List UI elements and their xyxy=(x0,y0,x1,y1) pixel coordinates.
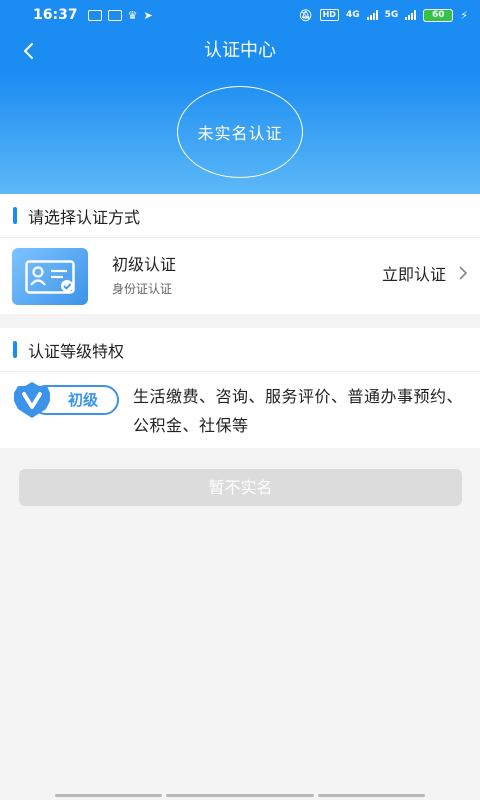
battery-icon: 60 xyxy=(423,8,454,22)
image-notification-icon xyxy=(87,9,102,21)
verification-status-text: 未实名认证 xyxy=(197,124,283,143)
chevron-right-icon xyxy=(459,266,468,280)
mail-notification-icon xyxy=(107,9,122,21)
system-status-icons: 🔕︎ HD 4G 5G 60 ⚡︎ xyxy=(298,8,468,22)
home-indicator-center xyxy=(166,794,314,797)
method-item-basic[interactable]: 初级认证 身份证认证 立即认证 xyxy=(0,238,480,314)
signal-icon-2 xyxy=(405,10,417,20)
status-time: 16:37 xyxy=(33,7,78,23)
mute-icon: 🔕︎ xyxy=(298,8,313,22)
network-label-5g: 5G xyxy=(384,10,399,20)
nav-bar: 认证中心 xyxy=(0,30,480,72)
signal-icon-1 xyxy=(366,10,378,20)
privileges-card: 初级 生活缴费、咨询、服务评价、普通办事预约、公积金、社保等 xyxy=(0,372,480,448)
section-accent-bar xyxy=(13,207,17,224)
status-bar: 16:37 ♛ ➤ 🔕︎ HD 4G 5G 60 ⚡︎ xyxy=(0,0,480,30)
method-title: 初级认证 xyxy=(112,255,177,274)
charging-icon: ⚡︎ xyxy=(460,8,468,22)
section-accent-bar xyxy=(13,341,17,358)
verify-now-label: 立即认证 xyxy=(381,265,446,284)
verification-status-circle: 未实名认证 xyxy=(177,86,303,178)
level-badge-label: 初级 xyxy=(68,391,99,409)
verification-status-banner: 未实名认证 xyxy=(0,72,480,194)
home-indicator-right xyxy=(318,794,425,797)
id-card-icon xyxy=(12,248,88,305)
home-indicator-left xyxy=(55,794,162,797)
methods-section-header: 请选择认证方式 xyxy=(0,194,480,238)
level-badge: 初级 xyxy=(12,380,120,420)
skip-verification-button[interactable]: 暂不实名 xyxy=(19,469,462,506)
verify-now-button[interactable]: 立即认证 xyxy=(382,261,468,285)
crown-notification-icon: ♛ xyxy=(127,8,138,22)
method-subtitle: 身份证认证 xyxy=(112,282,173,296)
network-label-4g: 4G xyxy=(345,10,360,20)
page-title: 认证中心 xyxy=(204,40,276,61)
methods-section-title: 请选择认证方式 xyxy=(28,207,141,227)
privileges-section-header: 认证等级特权 xyxy=(0,328,480,372)
notification-icons: ♛ ➤ xyxy=(87,8,153,22)
privilege-description: 生活缴费、咨询、服务评价、普通办事预约、公积金、社保等 xyxy=(133,387,464,435)
arrow-notification-icon: ➤ xyxy=(143,8,153,22)
privileges-section-title: 认证等级特权 xyxy=(28,341,125,361)
hd-badge: HD xyxy=(319,9,339,21)
